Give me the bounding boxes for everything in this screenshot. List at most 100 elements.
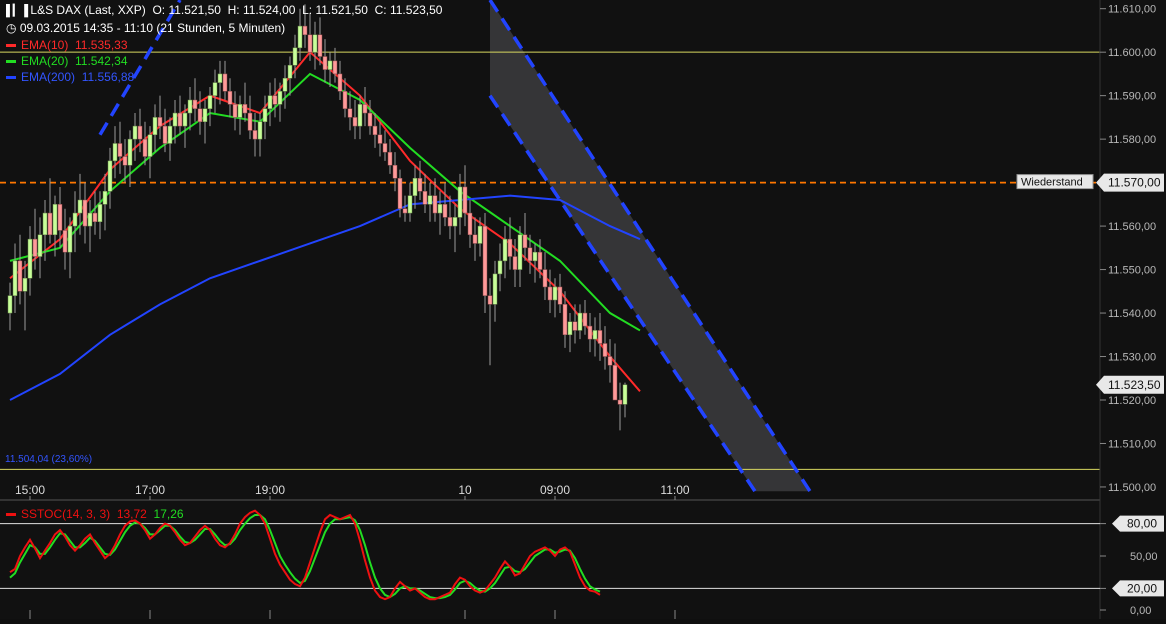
- candle-down: [467, 212, 473, 236]
- stoch-name: SSTOC(14, 3, 3): [21, 507, 111, 521]
- candle-up: [77, 199, 83, 214]
- y-tick-label: 11.580,00: [1108, 134, 1156, 146]
- legend-value: 11.556,88: [81, 70, 135, 84]
- candle-down: [602, 343, 608, 357]
- candle-down: [542, 269, 548, 288]
- x-tick-label: 17:00: [135, 483, 165, 497]
- candle-up: [237, 104, 243, 118]
- candle-down: [487, 295, 493, 305]
- candle-up: [457, 186, 463, 218]
- candle-down: [417, 178, 423, 192]
- candle-down: [522, 234, 528, 249]
- candle-up: [187, 99, 193, 114]
- chart-header: ▌▎▐ L&S DAX (Last, XXP) O: 11.521,50 H: …: [6, 3, 442, 17]
- legend-swatch: [6, 60, 16, 64]
- legend-ema200: EMA(200) 11.556,88: [6, 70, 134, 84]
- candle-down: [342, 91, 348, 109]
- candle-up: [107, 160, 113, 192]
- candle-up: [127, 138, 133, 166]
- candle-down: [462, 186, 468, 214]
- candle-down: [137, 125, 143, 140]
- y-tick-label: 11.500,00: [1108, 482, 1156, 494]
- legend-swatch: [6, 44, 16, 48]
- candle-up: [452, 217, 458, 227]
- candle-down: [377, 134, 383, 144]
- candle-up: [52, 204, 58, 236]
- candle-up: [592, 330, 598, 340]
- candle-down: [162, 125, 168, 144]
- candle-down: [92, 212, 98, 222]
- stoch-level-label: 20,00: [1127, 581, 1157, 595]
- candle-up: [282, 78, 288, 92]
- y-tick-label: 11.550,00: [1108, 265, 1156, 277]
- candle-up: [407, 195, 413, 214]
- candle-down: [337, 73, 343, 92]
- fib-level-label: 11.504,04 (23,60%): [5, 454, 93, 465]
- y-tick-label: 11.600,00: [1108, 47, 1156, 59]
- x-tick-label: 15:00: [15, 483, 45, 497]
- y-tick-label: 11.610,00: [1108, 4, 1156, 16]
- candle-down: [157, 117, 163, 127]
- candle-up: [87, 212, 93, 227]
- candle-up: [502, 238, 508, 262]
- candle-down: [177, 112, 183, 127]
- chart-background: [0, 0, 1166, 619]
- y-tick-label: 11.510,00: [1108, 438, 1156, 450]
- candle-up: [437, 204, 443, 214]
- candle-down: [62, 230, 68, 253]
- candle-up: [72, 212, 78, 227]
- ohlc-open: O: 11.521,50: [152, 3, 221, 17]
- candle-up: [427, 195, 433, 205]
- candle-down: [352, 117, 358, 127]
- ohlc-close: C: 11.523,50: [374, 3, 443, 17]
- candle-up: [262, 108, 268, 122]
- candle-down: [617, 399, 623, 405]
- candle-down: [47, 212, 53, 236]
- candle-down: [307, 34, 313, 53]
- candle-up: [147, 134, 153, 157]
- candle-down: [57, 204, 63, 231]
- candle-up: [267, 95, 273, 109]
- last-price-label: 11.523,50: [1108, 378, 1161, 392]
- candle-down: [332, 60, 338, 75]
- y-tick-label: 11.540,00: [1108, 308, 1156, 320]
- candle-up: [552, 286, 558, 301]
- candle-down: [192, 99, 198, 109]
- candle-up: [217, 73, 223, 83]
- candle-up: [532, 251, 538, 262]
- candle-down: [32, 238, 38, 257]
- candle-down: [472, 234, 478, 244]
- candle-down: [322, 56, 328, 70]
- candle-up: [12, 260, 18, 296]
- x-tick-label: 11:00: [660, 483, 689, 497]
- candle-down: [317, 34, 323, 57]
- candle-down: [17, 260, 23, 292]
- legend-label: EMA(20): [21, 54, 69, 68]
- x-tick-label: 10: [458, 483, 472, 497]
- candle-up: [182, 112, 188, 127]
- candle-up: [292, 47, 298, 66]
- candle-down: [372, 125, 378, 136]
- x-tick-label: 09:00: [540, 483, 570, 497]
- candle-down: [392, 164, 398, 179]
- candle-up: [567, 321, 573, 336]
- resistance-label: Wiederstand: [1021, 177, 1083, 189]
- candle-down: [247, 112, 253, 131]
- chart-title: L&S DAX (Last, XXP): [30, 3, 146, 17]
- candle-down: [397, 178, 403, 209]
- candle-up: [577, 312, 583, 331]
- candle-down: [142, 138, 148, 157]
- legend-label: EMA(10): [21, 38, 69, 52]
- candle-down: [232, 104, 238, 118]
- candle-up: [112, 143, 118, 162]
- y-tick-label: 11.530,00: [1108, 352, 1156, 364]
- candle-up: [152, 117, 158, 136]
- candle-up: [277, 91, 283, 105]
- candle-up: [7, 295, 13, 314]
- y-tick-label: 11.590,00: [1108, 91, 1156, 103]
- candle-down: [572, 321, 578, 331]
- candle-up: [492, 273, 498, 305]
- candle-down: [422, 191, 428, 205]
- candle-up: [477, 225, 483, 244]
- stoch-legend: SSTOC(14, 3, 3) 13,72 17,26: [6, 507, 184, 521]
